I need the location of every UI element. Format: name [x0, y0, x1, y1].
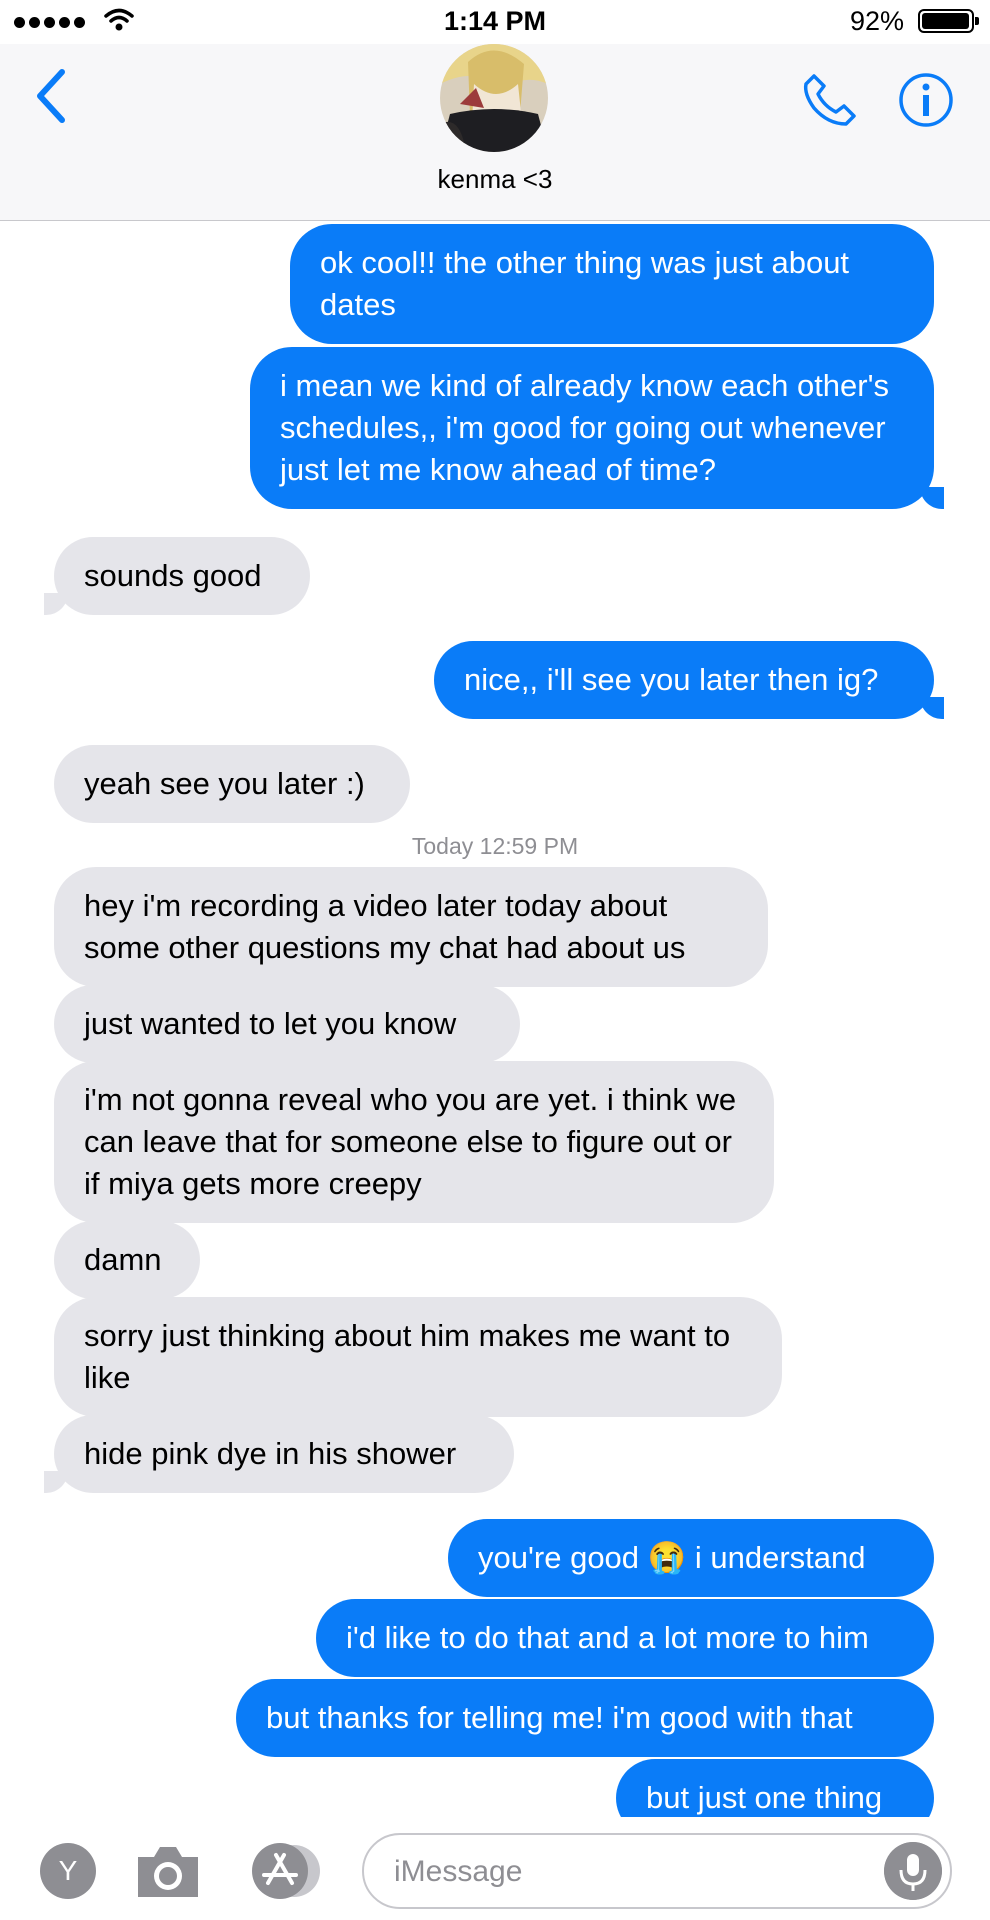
battery-icon: [918, 9, 979, 33]
message-composer: Y iMessage: [0, 1817, 990, 1920]
message-input-placeholder: iMessage: [394, 1855, 523, 1888]
status-time: 1:14 PM: [443, 6, 547, 36]
app-store-icon[interactable]: [246, 1841, 326, 1901]
conversation-header: kenma <3: [0, 44, 990, 221]
contact-avatar[interactable]: [440, 44, 548, 152]
message-bubble-incoming[interactable]: damn: [54, 1221, 200, 1299]
battery-percent: 92%: [849, 6, 904, 36]
camera-icon[interactable]: [134, 1843, 202, 1901]
y-app-icon[interactable]: Y: [40, 1843, 96, 1899]
message-bubble-incoming[interactable]: yeah see you later :): [54, 745, 410, 823]
message-bubble-outgoing[interactable]: ok cool!! the other thing was just about…: [290, 224, 934, 344]
message-bubble-outgoing[interactable]: you're good 😭 i understand: [448, 1519, 934, 1597]
timestamp: Today 12:59 PM: [411, 833, 579, 859]
message-bubble-incoming[interactable]: hey i'm recording a video later today ab…: [54, 867, 768, 987]
message-bubble-incoming[interactable]: just wanted to let you know: [54, 985, 520, 1063]
info-icon[interactable]: [896, 70, 956, 130]
message-bubble-incoming[interactable]: hide pink dye in his shower: [44, 1415, 514, 1493]
phone-icon[interactable]: [800, 70, 860, 130]
message-bubble-incoming[interactable]: sounds good: [44, 537, 310, 615]
message-bubble-outgoing[interactable]: but just one thing: [616, 1759, 934, 1817]
microphone-icon[interactable]: [884, 1842, 942, 1900]
message-bubble-outgoing[interactable]: nice,, i'll see you later then ig?: [434, 641, 944, 719]
contact-name[interactable]: kenma <3: [0, 164, 990, 195]
message-bubble-incoming[interactable]: sorry just thinking about him makes me w…: [54, 1297, 782, 1417]
back-chevron-icon[interactable]: [28, 66, 78, 126]
status-bar: 1:14 PM 92%: [0, 0, 990, 44]
message-bubble-outgoing[interactable]: i mean we kind of already know each othe…: [250, 347, 944, 509]
message-thread[interactable]: ok cool!! the other thing was just about…: [0, 221, 990, 1817]
message-bubble-outgoing[interactable]: but thanks for telling me! i'm good with…: [236, 1679, 934, 1757]
message-input[interactable]: iMessage: [362, 1833, 952, 1909]
message-bubble-outgoing[interactable]: i'd like to do that and a lot more to hi…: [316, 1599, 934, 1677]
message-bubble-incoming[interactable]: i'm not gonna reveal who you are yet. i …: [54, 1061, 774, 1223]
